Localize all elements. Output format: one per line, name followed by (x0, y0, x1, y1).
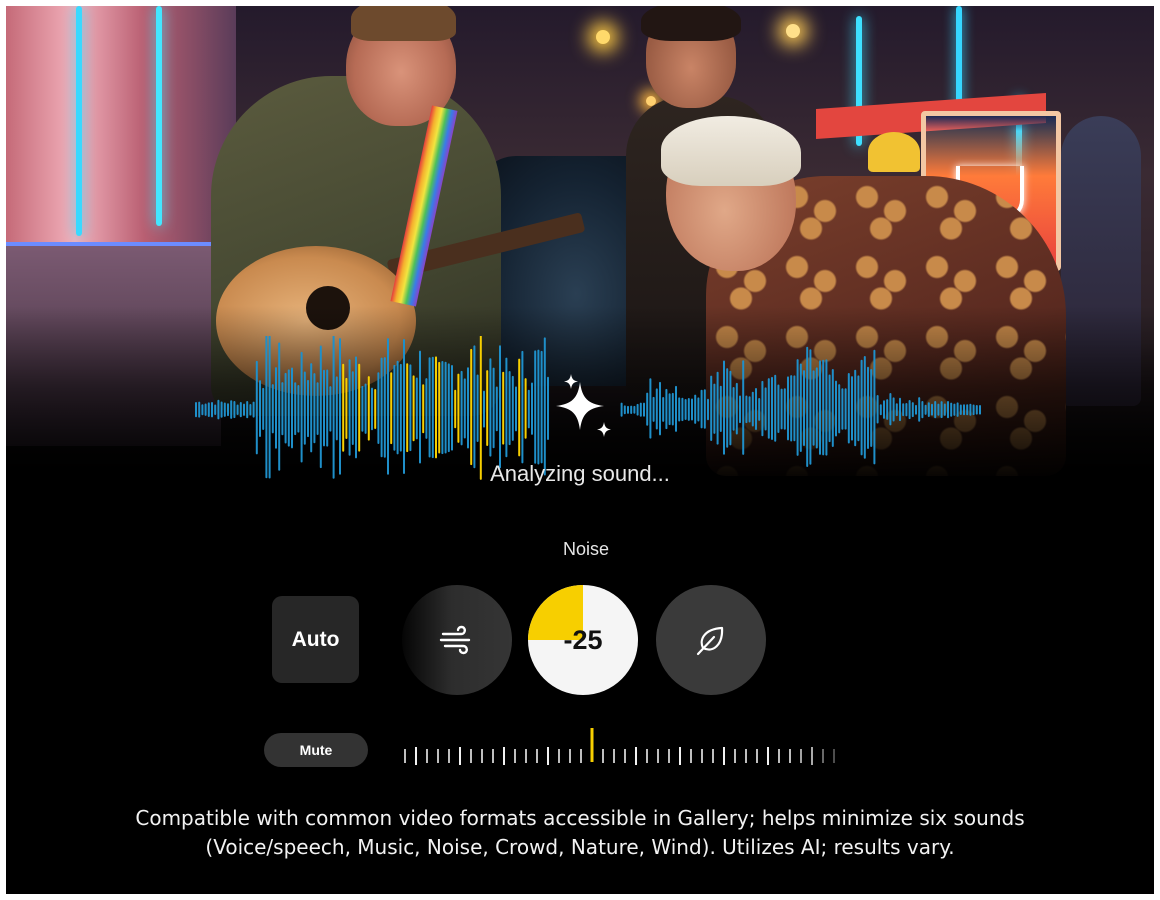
disclaimer-line: Compatible with common video formats acc… (135, 806, 1025, 830)
disclaimer-text: Compatible with common video formats acc… (6, 804, 1154, 862)
level-slider[interactable] (401, 724, 841, 768)
singer-hair (641, 6, 741, 41)
mute-button[interactable]: Mute (264, 733, 368, 767)
street-light (786, 24, 800, 38)
helmet (868, 132, 920, 172)
dancer-hair (661, 116, 801, 186)
background-building (6, 6, 236, 266)
street-light (596, 30, 610, 44)
noise-level-value: -25 (563, 624, 603, 655)
noise-level-dial[interactable]: -25 (528, 585, 638, 695)
wind-icon (439, 625, 471, 655)
guitarist-hair (351, 6, 456, 41)
app-frame: Analyzing sound... Noise Auto -25 Mute C… (6, 6, 1154, 894)
neon-light (156, 6, 162, 226)
analyzing-status: Analyzing sound... (490, 461, 670, 486)
wind-button[interactable] (402, 585, 512, 695)
leaf-icon (696, 626, 724, 656)
ai-sparkle-icon (556, 374, 611, 437)
neon-light (76, 6, 82, 236)
auto-button[interactable]: Auto (272, 596, 359, 683)
nature-button[interactable] (656, 585, 766, 695)
disclaimer-line: (Voice/speech, Music, Noise, Crowd, Natu… (205, 835, 955, 859)
sound-category-label: Noise (562, 539, 610, 559)
